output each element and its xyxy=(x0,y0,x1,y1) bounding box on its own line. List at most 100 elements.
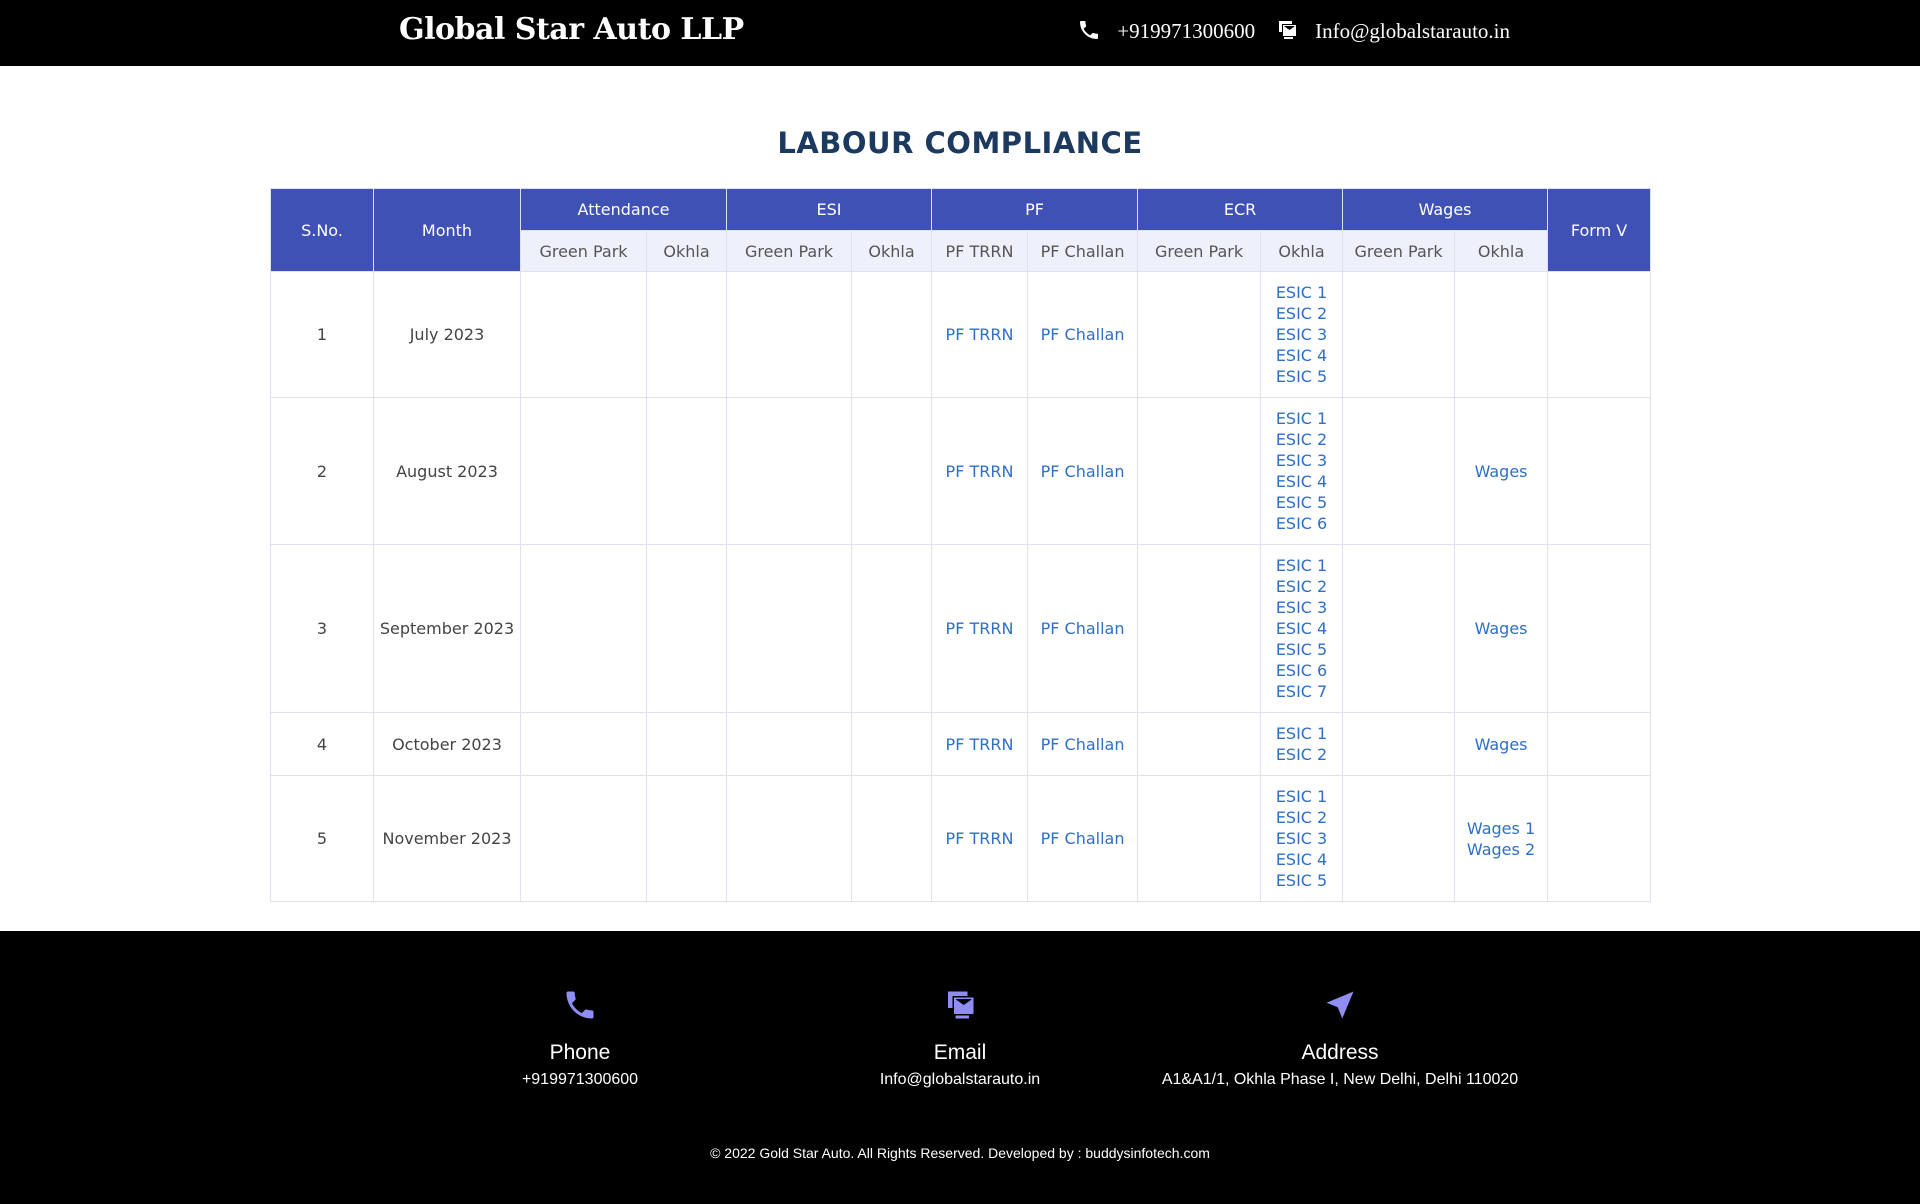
subheader-pf-trrn: PF TRRN xyxy=(931,230,1029,272)
page-title: LABOUR COMPLIANCE xyxy=(777,126,1143,160)
cell-ecr-okhla-link[interactable]: ESIC 5 xyxy=(1261,492,1342,513)
cell-ecr-green-park xyxy=(1137,271,1262,398)
cell-sno: 5 xyxy=(270,775,374,902)
mail-icon xyxy=(942,987,978,1023)
cell-sno: 4 xyxy=(270,712,374,776)
cell-pf-challan: PF Challan xyxy=(1027,271,1139,398)
cell-ecr-green-park xyxy=(1137,544,1262,713)
compliance-table: S.No. Month Attendance ESI PF ECR Wages … xyxy=(270,188,1652,902)
cell-esi-green-park xyxy=(726,775,852,902)
top-phone-text: +919971300600 xyxy=(1117,18,1256,43)
cell-ecr-okhla: ESIC 1 ESIC 2 ESIC 3 ESIC 4 ESIC 5 ESIC 6 ESIC… xyxy=(1260,544,1344,713)
top-email-text: Info@globalstarauto.in xyxy=(1315,18,1510,43)
cell-esi-okhla xyxy=(850,775,933,902)
phone-icon xyxy=(562,987,598,1023)
cell-wages-okhla-link[interactable]: Wages xyxy=(1455,618,1547,639)
cell-ecr-okhla-link[interactable]: ESIC 1 xyxy=(1261,282,1342,303)
compliance-table-wrap: S.No. Month Attendance ESI PF ECR Wages … xyxy=(270,188,1652,902)
cell-ecr-okhla-link[interactable]: ESIC 4 xyxy=(1261,471,1342,492)
cell-form-v xyxy=(1547,775,1652,902)
cell-attendance-green-park xyxy=(520,397,647,545)
brand-logo[interactable]: Global Star Auto LLP xyxy=(399,12,744,47)
header-sno: S.No. xyxy=(270,188,374,272)
cell-wages-okhla-link[interactable]: Wages xyxy=(1455,734,1547,755)
cell-wages-okhla-link[interactable]: Wages 1 xyxy=(1455,818,1547,839)
cell-pf-challan-link[interactable]: PF Challan xyxy=(1028,324,1137,345)
cell-esi-green-park xyxy=(726,271,852,398)
subheader-wages-green-park: Green Park xyxy=(1342,230,1456,272)
cell-pf-trrn: PF TRRN xyxy=(931,271,1029,398)
cell-ecr-okhla-link[interactable]: ESIC 2 xyxy=(1261,429,1342,450)
cell-pf-trrn-link[interactable]: PF TRRN xyxy=(932,461,1027,482)
table-row: 3 September 2023 PF TRRN PF Challan ESIC 1 ES… xyxy=(270,544,1652,713)
cell-ecr-okhla-link[interactable]: ESIC 2 xyxy=(1261,807,1342,828)
cell-ecr-okhla-link[interactable]: ESIC 5 xyxy=(1261,639,1342,660)
cell-wages-green-park xyxy=(1342,397,1456,545)
cell-pf-challan-link[interactable]: PF Challan xyxy=(1028,734,1137,755)
top-bar: Global Star Auto LLP +919971300600 Info@… xyxy=(0,0,1920,66)
cell-ecr-okhla-link[interactable]: ESIC 6 xyxy=(1261,513,1342,534)
cell-pf-challan: PF Challan xyxy=(1027,397,1139,545)
cell-ecr-green-park xyxy=(1137,712,1262,776)
phone-icon xyxy=(1077,18,1103,44)
cell-pf-trrn-link[interactable]: PF TRRN xyxy=(932,828,1027,849)
cell-ecr-okhla-link[interactable]: ESIC 4 xyxy=(1261,849,1342,870)
cell-wages-green-park xyxy=(1342,544,1456,713)
cell-sno: 1 xyxy=(270,271,374,398)
cell-ecr-okhla-link[interactable]: ESIC 4 xyxy=(1261,345,1342,366)
cell-ecr-okhla-link[interactable]: ESIC 6 xyxy=(1261,660,1342,681)
subheader-attendance-okhla: Okhla xyxy=(646,230,727,272)
subheader-ecr-green-park: Green Park xyxy=(1137,230,1262,272)
cell-sno: 2 xyxy=(270,397,374,545)
subheader-wages-okhla: Okhla xyxy=(1454,230,1549,272)
cell-ecr-okhla-link[interactable]: ESIC 2 xyxy=(1261,303,1342,324)
cell-ecr-okhla-link[interactable]: ESIC 7 xyxy=(1261,681,1342,702)
cell-ecr-okhla-link[interactable]: ESIC 1 xyxy=(1261,723,1342,744)
cell-month: September 2023 xyxy=(373,544,521,713)
location-arrow-icon xyxy=(1322,987,1358,1023)
cell-pf-trrn-link[interactable]: PF TRRN xyxy=(932,618,1027,639)
cell-ecr-okhla-link[interactable]: ESIC 3 xyxy=(1261,324,1342,345)
cell-pf-trrn-link[interactable]: PF TRRN xyxy=(932,734,1027,755)
cell-ecr-okhla-link[interactable]: ESIC 5 xyxy=(1261,366,1342,387)
header-attendance: Attendance xyxy=(520,188,727,231)
cell-ecr-okhla-link[interactable]: ESIC 5 xyxy=(1261,870,1342,891)
cell-ecr-okhla: ESIC 1 ESIC 2 ESIC 3 ESIC 4 ESIC 5 ESIC 6 xyxy=(1260,397,1344,545)
cell-ecr-okhla-link[interactable]: ESIC 1 xyxy=(1261,555,1342,576)
cell-ecr-okhla-link[interactable]: ESIC 4 xyxy=(1261,618,1342,639)
top-phone[interactable]: +919971300600 xyxy=(1077,18,1255,44)
cell-wages-green-park xyxy=(1342,775,1456,902)
subheader-pf-challan: PF Challan xyxy=(1027,230,1139,272)
cell-form-v xyxy=(1547,544,1652,713)
cell-ecr-okhla-link[interactable]: ESIC 3 xyxy=(1261,597,1342,618)
cell-ecr-okhla-link[interactable]: ESIC 1 xyxy=(1261,786,1342,807)
cell-ecr-okhla: ESIC 1 ESIC 2 ESIC 3 ESIC 4 ESIC 5 xyxy=(1260,271,1344,398)
cell-wages-okhla-link[interactable]: Wages 2 xyxy=(1455,839,1547,860)
cell-attendance-okhla xyxy=(646,271,727,398)
cell-attendance-green-park xyxy=(520,271,647,398)
cell-pf-challan-link[interactable]: PF Challan xyxy=(1028,828,1137,849)
cell-wages-okhla-link[interactable]: Wages xyxy=(1455,461,1547,482)
cell-pf-challan-link[interactable]: PF Challan xyxy=(1028,618,1137,639)
cell-attendance-green-park xyxy=(520,544,647,713)
cell-pf-trrn-link[interactable]: PF TRRN xyxy=(932,324,1027,345)
cell-pf-trrn: PF TRRN xyxy=(931,544,1029,713)
subheader-attendance-green-park: Green Park xyxy=(520,230,647,272)
cell-wages-green-park xyxy=(1342,712,1456,776)
cell-wages-okhla xyxy=(1454,271,1549,398)
table-row: 5 November 2023 PF TRRN PF Challan ESIC 1 ESI… xyxy=(270,775,1652,902)
subheader-esi-green-park: Green Park xyxy=(726,230,852,272)
cell-attendance-okhla xyxy=(646,397,727,545)
cell-ecr-okhla-link[interactable]: ESIC 2 xyxy=(1261,576,1342,597)
cell-pf-challan-link[interactable]: PF Challan xyxy=(1028,461,1137,482)
top-email[interactable]: Info@globalstarauto.in xyxy=(1275,18,1510,44)
cell-ecr-okhla-link[interactable]: ESIC 3 xyxy=(1261,828,1342,849)
cell-ecr-okhla-link[interactable]: ESIC 3 xyxy=(1261,450,1342,471)
cell-ecr-okhla-link[interactable]: ESIC 1 xyxy=(1261,408,1342,429)
cell-ecr-green-park xyxy=(1137,775,1262,902)
cell-ecr-green-park xyxy=(1137,397,1262,545)
cell-pf-challan: PF Challan xyxy=(1027,544,1139,713)
cell-ecr-okhla-link[interactable]: ESIC 2 xyxy=(1261,744,1342,765)
cell-pf-challan: PF Challan xyxy=(1027,712,1139,776)
header-form-v: Form V xyxy=(1547,188,1652,272)
